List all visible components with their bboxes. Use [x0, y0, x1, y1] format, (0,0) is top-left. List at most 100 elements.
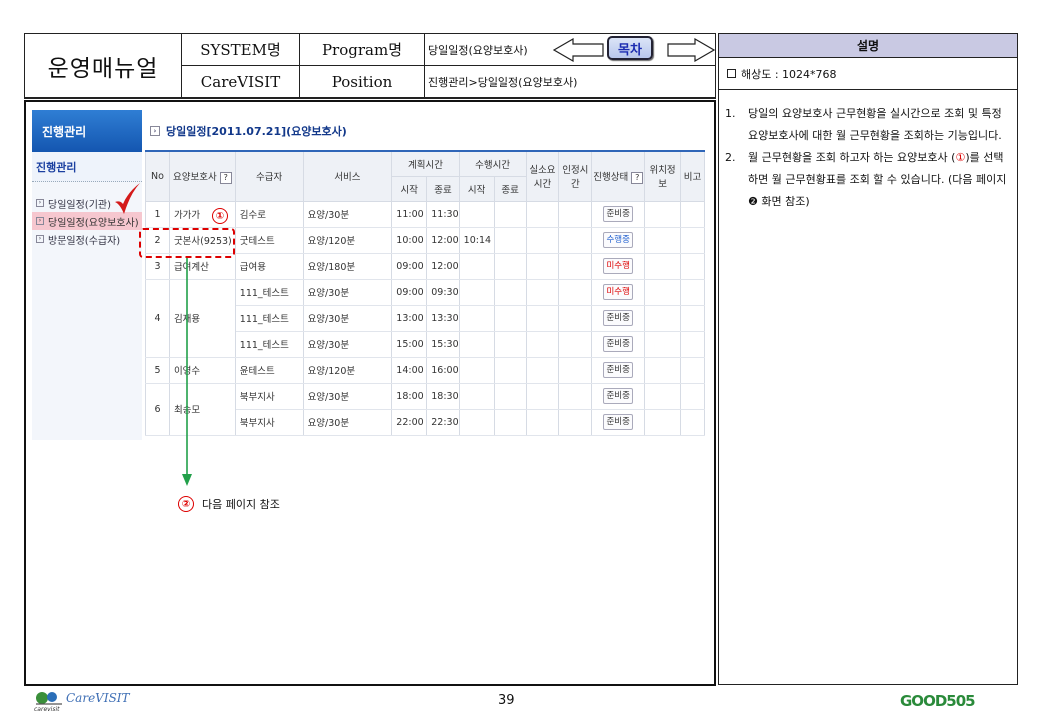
- cell-recipient: 북부지사: [234, 409, 304, 436]
- cell-note: [680, 227, 705, 254]
- status-badge[interactable]: 준비중: [603, 362, 634, 378]
- col-approved-time: 인정시간: [558, 150, 593, 202]
- sidebar-heading: 진행관리: [32, 110, 142, 152]
- cell-actual-end: [493, 227, 527, 254]
- cell-status: 준비중: [591, 331, 646, 358]
- cell-recipient: 111_테스트: [234, 279, 304, 306]
- item-number: 2.: [725, 151, 736, 164]
- description-heading: 설명: [719, 34, 1017, 58]
- cell-location: [644, 227, 681, 254]
- cell-service: 요양/180분: [302, 253, 393, 280]
- cell-note: [680, 331, 705, 358]
- logo-left-text: CareVISIT: [66, 691, 130, 705]
- table-row[interactable]: 5이영수윤테스트요양/120분14:0016:00준비중: [145, 357, 705, 384]
- status-badge[interactable]: 준비중: [603, 336, 634, 352]
- cell-location: [644, 201, 681, 228]
- cell-actual-end: [493, 305, 527, 332]
- col-actual-end: 종료: [493, 175, 527, 202]
- description-item: 1. 당일의 요양보호사 근무현황을 실시간으로 조회 및 특정 요양보호사에 …: [725, 103, 1007, 147]
- cell-no: 1: [145, 201, 170, 228]
- cell-actual-time: [525, 331, 560, 358]
- status-badge[interactable]: 준비중: [603, 206, 634, 222]
- status-badge[interactable]: 준비중: [603, 310, 634, 326]
- cell-plan-start: 11:00: [391, 201, 428, 228]
- cell-status: 준비중: [591, 383, 646, 410]
- col-recipient: 수급자: [234, 150, 304, 202]
- table-row[interactable]: 4김재용111_테스트요양/30분09:0009:30미수행: [145, 279, 705, 358]
- cell-actual-start: [458, 279, 495, 306]
- cell-approved-time: [558, 201, 593, 228]
- resolution-line: 해상도 : 1024*768: [719, 58, 1017, 90]
- status-badge[interactable]: 미수행: [603, 258, 634, 274]
- bullet-icon: ›: [36, 235, 44, 243]
- cell-service: 요양/30분: [302, 409, 393, 436]
- table-row[interactable]: 1 가가가 김수로 요양/30분 11:00 11:30 준비중: [145, 201, 705, 228]
- cell-approved-time: [558, 279, 593, 306]
- status-badge[interactable]: 준비중: [603, 388, 634, 404]
- item-marker: ①: [955, 151, 966, 164]
- cell-note: [680, 279, 705, 306]
- schedule-table: No 요양보호사? 수급자 서비스 계획시간 수행시간 실소요시간 인정시간 진…: [145, 150, 705, 436]
- cell-actual-time: [525, 201, 560, 228]
- cell-status: 준비중: [591, 357, 646, 384]
- sidebar-item-visit-recipient[interactable]: › 방문일정(수급자): [32, 230, 142, 248]
- toc-button[interactable]: 목차: [607, 36, 653, 60]
- check-mark-icon: [115, 183, 140, 214]
- description-item: 2. 월 근무현황을 조회 하고자 하는 요양보호사 (①)를 선택하면 월 근…: [725, 147, 1007, 213]
- marker-1: ①: [212, 208, 228, 224]
- sidebar-menu: › 당일일정(기관) › 당일일정(요양보호사) › 방문일정(수급자): [32, 182, 142, 440]
- cell-approved-time: [558, 227, 593, 254]
- col-actual-time: 실소요시간: [525, 150, 560, 202]
- cell-recipient: 윤테스트: [234, 357, 304, 384]
- next-arrow-icon[interactable]: [667, 38, 715, 62]
- col-service: 서비스: [302, 150, 393, 202]
- position-value-text: 진행관리>당일일정(요양보호사): [428, 75, 578, 89]
- help-icon[interactable]: ?: [219, 171, 232, 184]
- cell-plan-end: 11:30: [426, 201, 460, 228]
- prev-arrow-icon[interactable]: [553, 38, 605, 62]
- bullet-icon: ›: [36, 199, 44, 207]
- carevisit-logo: CareVISIT: [34, 689, 130, 707]
- cell-recipient: 굿테스트: [234, 227, 304, 254]
- cell-actual-start: 10:14: [458, 227, 495, 254]
- cell-actual-time: [525, 383, 560, 410]
- highlight-box: [139, 228, 235, 258]
- cell-service: 요양/30분: [302, 201, 393, 228]
- cell-service: 요양/30분: [302, 383, 393, 410]
- cell-service: 요양/30분: [302, 279, 393, 306]
- cell-note: [680, 357, 705, 384]
- cell-actual-end: [493, 253, 527, 280]
- cell-plan-start: 10:00: [391, 227, 428, 254]
- cell-service: 요양/120분: [302, 227, 393, 254]
- position-value: 진행관리>당일일정(요양보호사): [425, 66, 715, 98]
- cell-note: [680, 201, 705, 228]
- status-badge[interactable]: 미수행: [603, 284, 634, 300]
- col-plan-start: 시작: [391, 175, 428, 202]
- cell-location: [644, 305, 681, 332]
- status-badge[interactable]: 준비중: [603, 414, 634, 430]
- status-badge[interactable]: 수행중: [603, 232, 634, 248]
- sidebar: 진행관리 진행관리 › 당일일정(기관) › 당일일정(요양보호사) › 방문일정(수…: [32, 110, 142, 440]
- item-text: 월 근무현황을 조회 하고자 하는 요양보호사 (①)를 선택하면 월 근무현황…: [748, 147, 1007, 213]
- resolution-text: 해상도 : 1024*768: [741, 67, 837, 81]
- cell-actual-end: [493, 331, 527, 358]
- cell-status: 미수행: [591, 253, 646, 280]
- cell-status: 준비중: [591, 305, 646, 332]
- cell-no: 6: [145, 383, 170, 436]
- sidebar-subheading: 진행관리: [32, 152, 142, 182]
- program-label: Program명: [300, 34, 425, 66]
- table-row[interactable]: 6최승모북부지사요양/30분18:0018:30준비중: [145, 383, 705, 436]
- bullet-icon: ›: [150, 126, 160, 136]
- col-plan: 계획시간: [391, 150, 460, 177]
- cell-location: [644, 409, 681, 436]
- description-panel: 설명 해상도 : 1024*768 1. 당일의 요양보호사 근무현황을 실시간…: [718, 33, 1018, 685]
- help-icon[interactable]: ?: [631, 171, 644, 184]
- cell-actual-start: [458, 383, 495, 410]
- cell-service: 요양/30분: [302, 305, 393, 332]
- cell-recipient: 111_테스트: [234, 305, 304, 332]
- cell-note: [680, 383, 705, 410]
- cell-service: 요양/120분: [302, 357, 393, 384]
- cell-actual-end: [493, 383, 527, 410]
- cell-actual-end: [493, 357, 527, 384]
- cell-actual-start: [458, 253, 495, 280]
